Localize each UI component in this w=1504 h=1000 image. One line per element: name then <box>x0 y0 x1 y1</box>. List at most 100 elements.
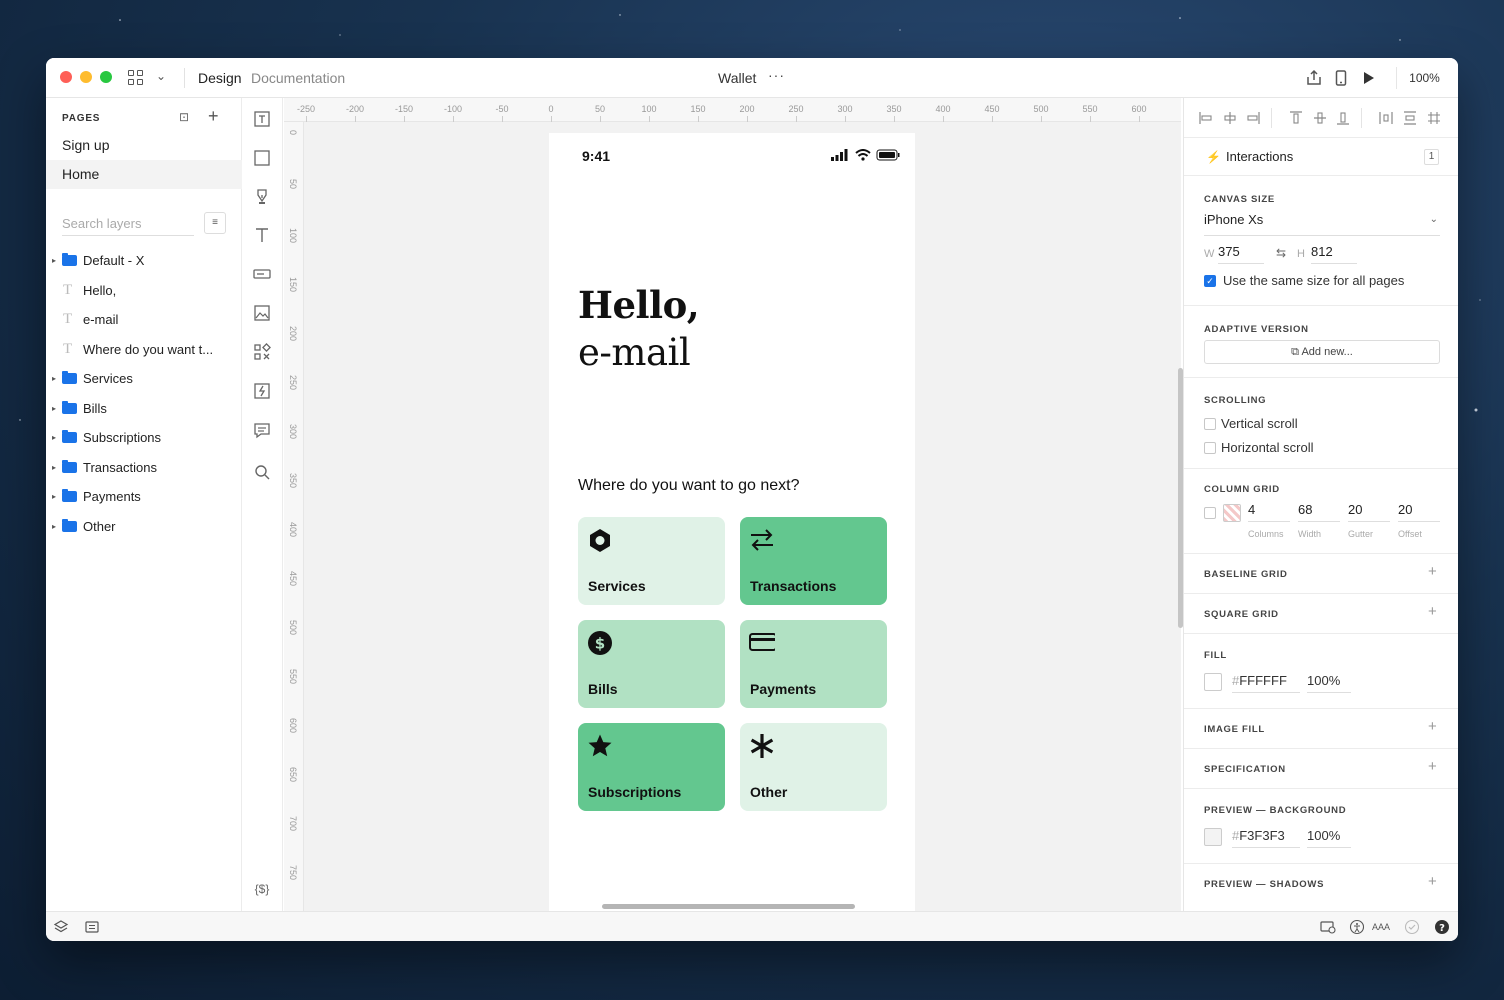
interaction-tool-icon[interactable] <box>251 380 273 402</box>
chevron-down-icon[interactable]: ⌄ <box>156 69 166 83</box>
layer-row[interactable]: T Hello, <box>46 276 242 305</box>
horizontal-scrollbar[interactable] <box>602 904 855 909</box>
contrast-level[interactable]: AAA <box>1368 919 1394 935</box>
align-left-icon[interactable] <box>1198 110 1214 126</box>
maximize-window-button[interactable] <box>100 71 112 83</box>
align-center-h-icon[interactable] <box>1222 110 1238 126</box>
close-window-button[interactable] <box>60 71 72 83</box>
card-transactions[interactable]: Transactions <box>740 517 887 605</box>
add-image-fill-icon[interactable]: + <box>1428 718 1437 735</box>
grid-gutter-field[interactable]: 20 <box>1348 502 1390 522</box>
canvas-area[interactable]: -250 -200 -150 -100 -50 0 50 100 150 200 250 300 350… <box>284 98 1181 911</box>
add-shadow-icon[interactable]: + <box>1428 873 1437 890</box>
assets-icon[interactable] <box>84 919 100 935</box>
expand-caret-icon[interactable]: ▸ <box>52 482 56 511</box>
page-item[interactable]: Sign up <box>46 131 242 160</box>
expand-caret-icon[interactable]: ▸ <box>52 364 56 393</box>
minimize-window-button[interactable] <box>80 71 92 83</box>
card-other[interactable]: Other <box>740 723 887 811</box>
fit-pages-icon[interactable]: ⊡ <box>179 110 189 124</box>
fill-hex-field[interactable]: #FFFFFF <box>1232 673 1300 693</box>
align-right-icon[interactable] <box>1245 110 1261 126</box>
align-bottom-icon[interactable] <box>1335 110 1351 126</box>
preview-bg-swatch[interactable] <box>1204 828 1222 846</box>
card-bills[interactable]: $ Bills <box>578 620 725 708</box>
interactions-row[interactable]: ⚡ Interactions 1 <box>1184 138 1458 176</box>
expand-caret-icon[interactable]: ▸ <box>52 512 56 541</box>
artboard-home[interactable]: 9:41 Hello, e-mail Where do you want to … <box>549 133 915 911</box>
layers-icon[interactable] <box>53 919 69 935</box>
width-field[interactable]: 375 <box>1218 244 1264 264</box>
search-icon[interactable] <box>251 461 273 483</box>
page-item[interactable]: Home <box>46 160 242 189</box>
tab-documentation[interactable]: Documentation <box>251 70 345 86</box>
image-tool-icon[interactable] <box>251 302 273 324</box>
vertical-scroll-checkbox[interactable] <box>1204 418 1216 430</box>
add-page-icon[interactable]: + <box>208 106 219 127</box>
layer-row[interactable]: ▸ Services <box>46 364 242 393</box>
check-circle-icon[interactable] <box>1404 919 1420 935</box>
layer-row[interactable]: ▸ Subscriptions <box>46 423 242 452</box>
help-icon[interactable]: ? <box>1434 919 1450 935</box>
expand-caret-icon[interactable]: ▸ <box>52 453 56 482</box>
layer-row[interactable]: ▸ Bills <box>46 394 242 423</box>
more-options-icon[interactable]: ··· <box>768 67 785 83</box>
play-icon[interactable] <box>1358 68 1378 88</box>
device-preview-icon[interactable] <box>1331 68 1351 88</box>
add-baseline-grid-icon[interactable]: + <box>1428 563 1437 580</box>
card-subscriptions[interactable]: Subscriptions <box>578 723 725 811</box>
layer-row[interactable]: ▸ Payments <box>46 482 242 511</box>
fill-color-swatch[interactable] <box>1204 673 1222 691</box>
add-new-button[interactable]: ⧉ Add new... <box>1204 340 1440 364</box>
signal-bar-icon <box>831 157 834 161</box>
layer-row[interactable]: ▸ Default - X <box>46 246 242 275</box>
layer-row[interactable]: ▸ Other <box>46 512 242 541</box>
comment-tool-icon[interactable] <box>251 419 273 441</box>
preview-bg-hex-field[interactable]: #F3F3F3 <box>1232 828 1300 848</box>
distribute-vertical-icon[interactable] <box>1402 110 1418 126</box>
distribute-horizontal-icon[interactable] <box>1378 110 1394 126</box>
add-specification-icon[interactable]: + <box>1428 758 1437 775</box>
ruler-label: -250 <box>296 104 316 114</box>
same-size-checkbox[interactable]: ✓ <box>1204 275 1216 287</box>
height-field[interactable]: 812 <box>1311 244 1357 264</box>
text-tool-icon[interactable] <box>251 224 273 246</box>
fill-opacity-field[interactable]: 100% <box>1307 673 1351 693</box>
grid-width-field[interactable]: 68 <box>1298 502 1340 522</box>
pen-tool-icon[interactable] <box>251 186 273 208</box>
expand-caret-icon[interactable]: ▸ <box>52 246 56 275</box>
rectangle-tool-icon[interactable] <box>251 147 273 169</box>
zoom-level[interactable]: 100% <box>1396 67 1452 89</box>
preview-bg-opacity-field[interactable]: 100% <box>1307 828 1351 848</box>
grid-menu-icon[interactable] <box>128 70 144 86</box>
document-title[interactable]: Wallet <box>718 70 756 86</box>
filter-icon[interactable]: ≡ <box>204 212 226 234</box>
button-tool-icon[interactable] <box>251 263 273 285</box>
search-layers-input[interactable] <box>62 212 194 234</box>
text-frame-tool-icon[interactable] <box>251 108 273 130</box>
grid-icon[interactable] <box>1426 110 1442 126</box>
components-tool-icon[interactable] <box>251 341 273 363</box>
canvas-settings-icon[interactable] <box>1320 919 1336 935</box>
add-square-grid-icon[interactable]: + <box>1428 603 1437 620</box>
expand-caret-icon[interactable]: ▸ <box>52 423 56 452</box>
export-icon[interactable] <box>1304 68 1324 88</box>
canvas-size-select[interactable]: iPhone Xs ⌄ <box>1204 212 1440 236</box>
grid-columns-field[interactable]: 4 <box>1248 502 1290 522</box>
grid-offset-field[interactable]: 20 <box>1398 502 1440 522</box>
swap-dimensions-icon[interactable]: ⇆ <box>1276 246 1286 260</box>
horizontal-scroll-checkbox[interactable] <box>1204 442 1216 454</box>
accessibility-icon[interactable] <box>1349 919 1365 935</box>
align-top-icon[interactable] <box>1288 110 1304 126</box>
card-payments[interactable]: Payments <box>740 620 887 708</box>
layer-row[interactable]: T Where do you want t... <box>46 335 242 364</box>
grid-color-swatch[interactable] <box>1223 504 1241 522</box>
layer-row[interactable]: ▸ Transactions <box>46 453 242 482</box>
variables-icon[interactable]: {$} <box>251 878 273 900</box>
layer-row[interactable]: Te-mail <box>46 305 242 334</box>
tab-design[interactable]: Design <box>198 70 242 86</box>
expand-caret-icon[interactable]: ▸ <box>52 394 56 423</box>
align-center-v-icon[interactable] <box>1312 110 1328 126</box>
card-services[interactable]: Services <box>578 517 725 605</box>
column-grid-checkbox[interactable] <box>1204 507 1216 519</box>
